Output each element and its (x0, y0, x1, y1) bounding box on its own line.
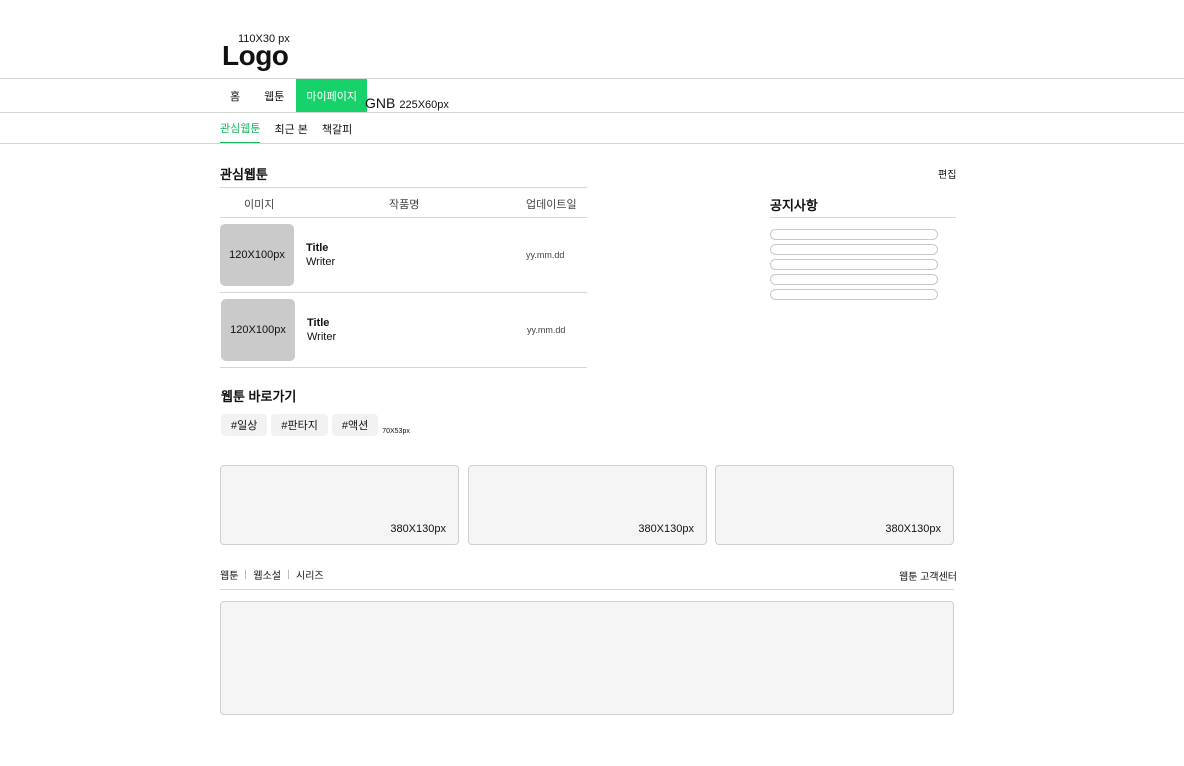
gnb-divider (0, 112, 1184, 113)
tag-fantasy[interactable]: #판타지 (271, 414, 328, 436)
interest-table: 이미지 작품명 업데이트일 120X100px Title Writer yy.… (220, 187, 587, 368)
notice-divider (770, 217, 956, 218)
mypage-subtabs: 관심웹툰 최근 본 책갈피 (220, 113, 352, 144)
header-divider (0, 78, 1184, 79)
footer-divider (220, 589, 954, 590)
tag-daily[interactable]: #일상 (221, 414, 268, 436)
tab-bookmark[interactable]: 책갈피 (322, 113, 352, 144)
table-row[interactable]: 120X100px Title Writer yy.mm.dd (220, 218, 587, 293)
notice-item[interactable] (770, 259, 938, 270)
footer-separator (288, 570, 290, 579)
notice-item[interactable] (770, 274, 938, 285)
table-row[interactable]: 120X100px Title Writer yy.mm.dd (220, 293, 587, 368)
column-image: 이미지 (244, 199, 275, 211)
subtab-divider (0, 143, 1184, 144)
banner-3[interactable]: 380X130px (715, 465, 954, 545)
logo-text: Logo (222, 40, 289, 71)
notice-item[interactable] (770, 289, 938, 300)
tag-size-note: 70X53px (382, 428, 410, 435)
notice-item[interactable] (770, 244, 938, 255)
column-title: 작품명 (389, 199, 420, 211)
gnb: 홈 웹툰 마이페이지 (220, 79, 367, 112)
tab-interest-webtoon[interactable]: 관심웹툰 (220, 113, 261, 144)
banner-size-label: 380X130px (390, 523, 446, 535)
footer-tab-series[interactable]: 시리즈 (296, 567, 324, 582)
table-header: 이미지 작품명 업데이트일 (220, 187, 587, 218)
webtoon-thumbnail[interactable]: 120X100px (221, 299, 295, 361)
footer-tabs: 웹툰 웹소설 시리즈 (220, 567, 324, 582)
column-updated: 업데이트일 (526, 199, 577, 211)
webtoon-thumbnail[interactable]: 120X100px (220, 224, 294, 286)
notice-title: 공지사항 (770, 198, 818, 213)
shortcut-tags: #일상 #판타지 #액션 70X53px (221, 414, 410, 436)
footer-separator (245, 570, 247, 579)
webtoon-title[interactable]: Title (307, 317, 329, 329)
edit-button[interactable]: 편집 (938, 166, 956, 181)
gnb-label: GNB (365, 95, 396, 111)
tag-action[interactable]: #액션 (331, 414, 379, 436)
webtoon-updated-date: yy.mm.dd (527, 325, 566, 335)
webtoon-writer: Writer (306, 256, 336, 268)
banner-1[interactable]: 380X130px (220, 465, 459, 545)
banner-size-label: 380X130px (638, 523, 694, 535)
notice-item[interactable] (770, 229, 938, 240)
banner-2[interactable]: 380X130px (468, 465, 707, 545)
customer-center-link[interactable]: 웹툰 고객센터 (899, 568, 957, 583)
gnb-item-webtoon[interactable]: 웹툰 (250, 79, 296, 112)
webtoon-title[interactable]: Title (306, 242, 328, 254)
webtoon-writer: Writer (307, 331, 337, 343)
footer-tab-webtoon[interactable]: 웹툰 (220, 567, 238, 582)
footer-tab-webnovel[interactable]: 웹소설 (253, 567, 281, 582)
banner-size-label: 380X130px (885, 523, 941, 535)
tab-recent[interactable]: 최근 본 (274, 113, 307, 144)
gnb-item-home[interactable]: 홈 (220, 79, 250, 112)
gnb-annotation: GNB 225X60px (365, 95, 449, 111)
webtoon-updated-date: yy.mm.dd (526, 250, 565, 260)
shortcut-title: 웹툰 바로가기 (221, 389, 297, 404)
interest-section-title: 관심웹툰 (220, 167, 268, 182)
footer-content-box (220, 601, 954, 715)
gnb-size-note: 225X60px (399, 99, 449, 111)
gnb-item-mypage[interactable]: 마이페이지 (296, 79, 367, 112)
